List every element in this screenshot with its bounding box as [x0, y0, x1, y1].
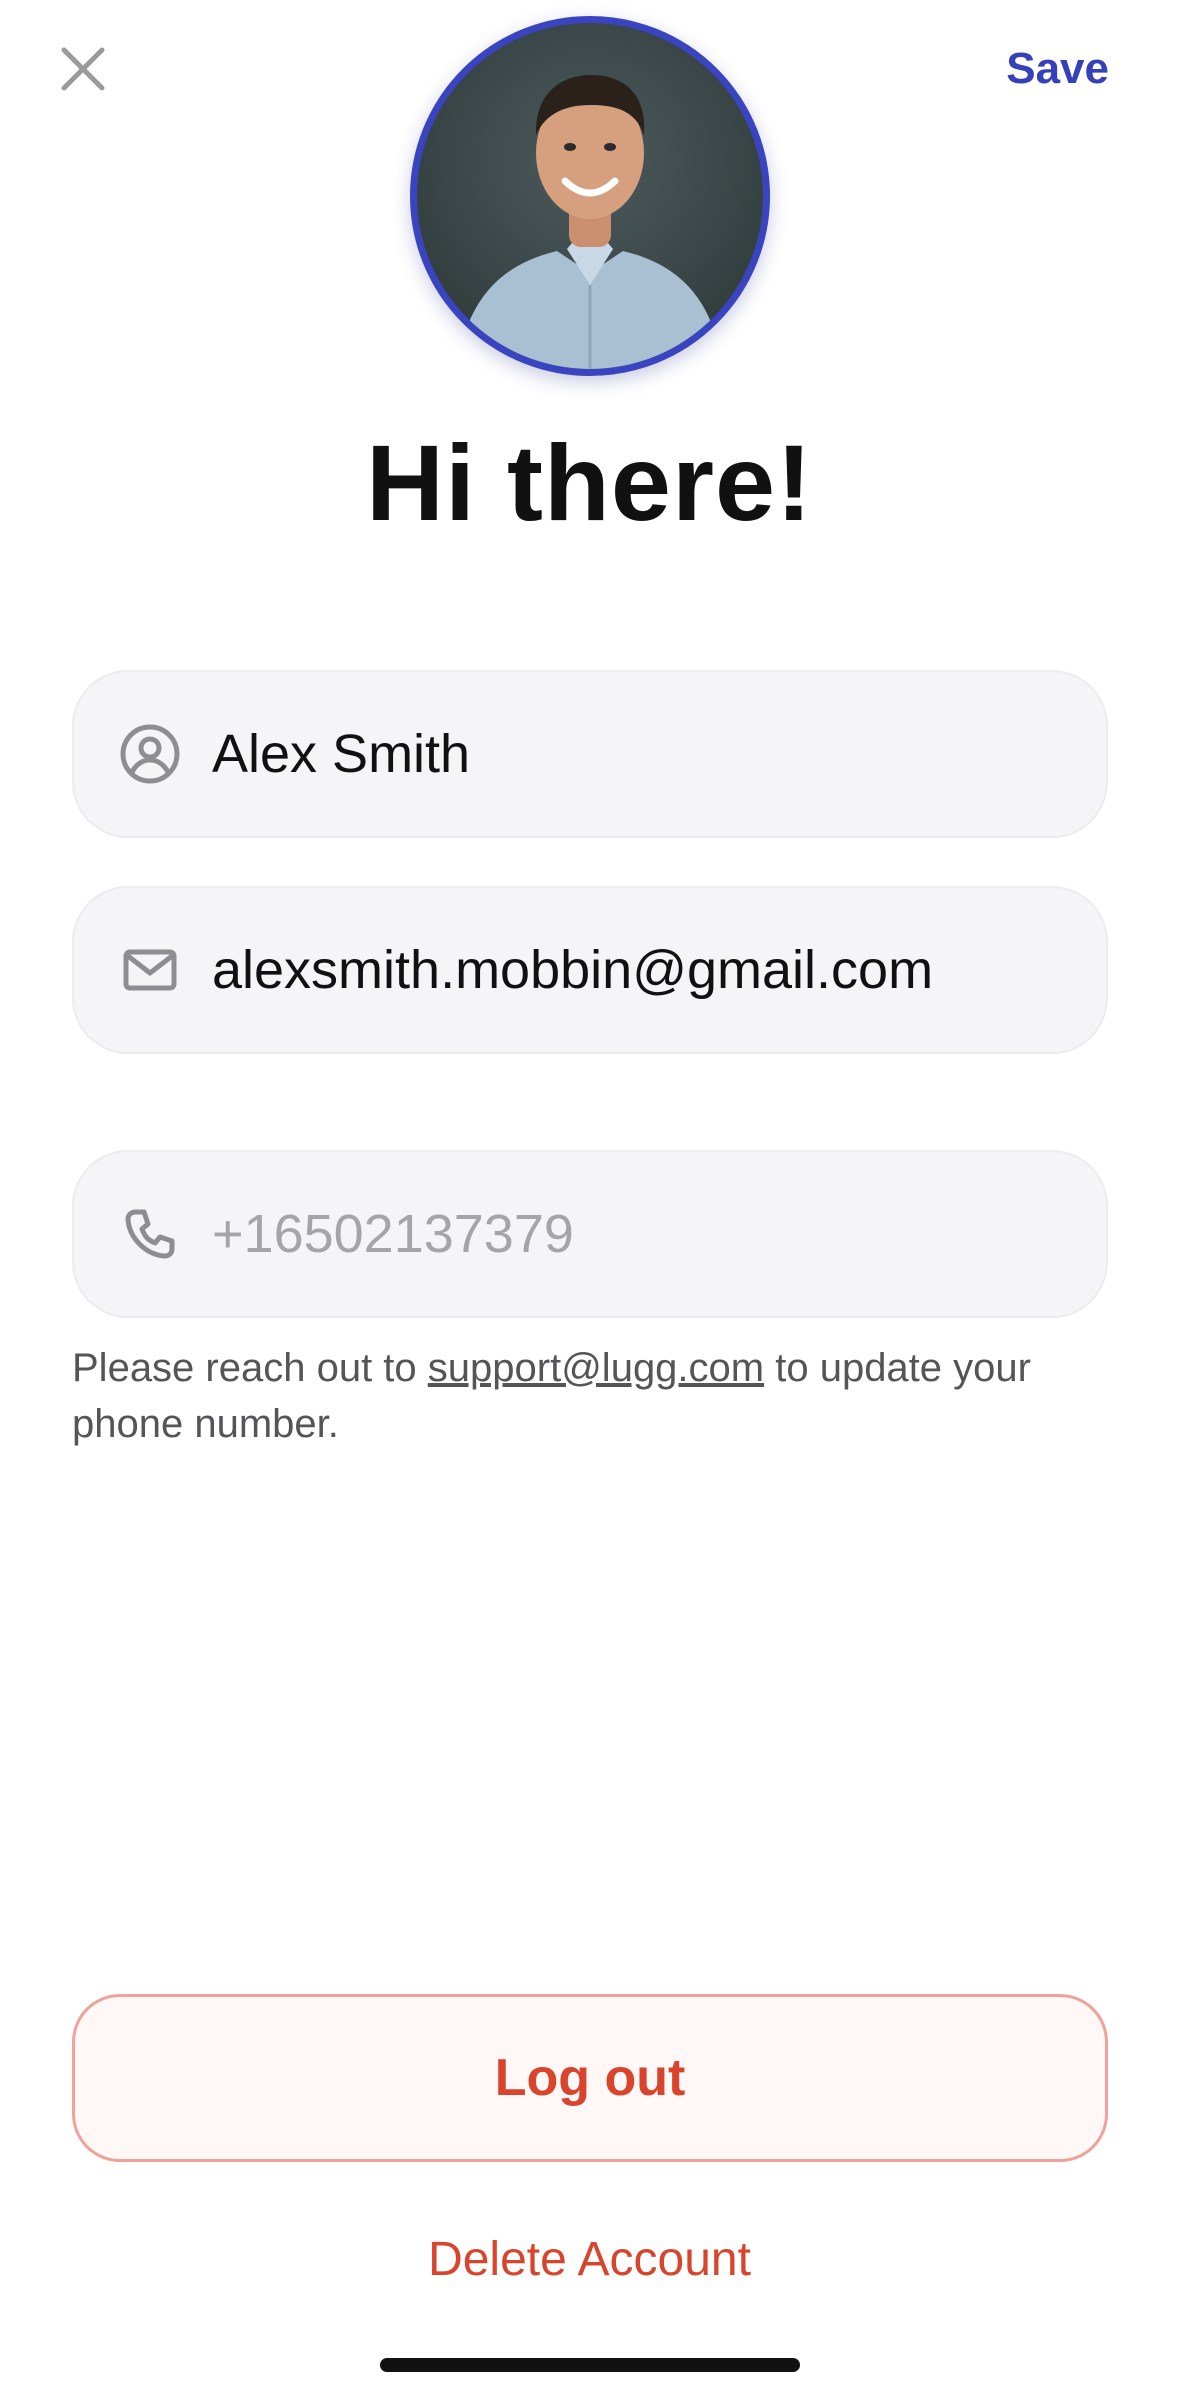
save-button[interactable]: Save	[1006, 38, 1109, 100]
profile-photo	[457, 75, 723, 369]
user-circle-icon	[116, 720, 184, 788]
support-email-link[interactable]: support@lugg.com	[428, 1346, 764, 1390]
close-button[interactable]	[52, 38, 114, 100]
delete-account-button[interactable]: Delete Account	[0, 2232, 1179, 2287]
email-field[interactable]: alexsmith.mobbin@gmail.com	[72, 886, 1108, 1054]
home-indicator	[380, 2358, 800, 2372]
phone-field: +16502137379	[72, 1150, 1108, 1318]
phone-icon	[116, 1200, 184, 1268]
greeting-title: Hi there!	[365, 422, 814, 543]
mail-icon	[116, 936, 184, 1004]
email-value: alexsmith.mobbin@gmail.com	[212, 940, 934, 1000]
helper-prefix: Please reach out to	[72, 1346, 428, 1390]
phone-value: +16502137379	[212, 1204, 574, 1264]
close-icon	[61, 47, 105, 91]
logout-button[interactable]: Log out	[72, 1994, 1108, 2162]
avatar[interactable]	[410, 16, 770, 376]
name-field[interactable]: Alex Smith	[72, 670, 1108, 838]
name-value: Alex Smith	[212, 724, 471, 784]
phone-helper-text: Please reach out to support@lugg.com to …	[72, 1340, 1112, 1452]
